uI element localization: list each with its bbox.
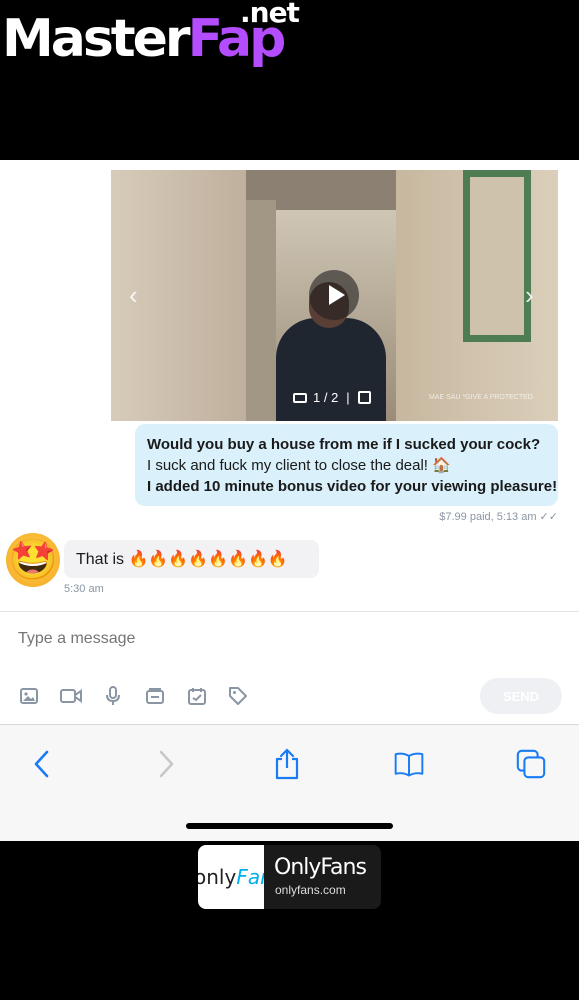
logo-fans: Fans — [236, 865, 264, 889]
media-scene — [246, 200, 276, 421]
image-icon[interactable] — [18, 685, 40, 707]
video-icon — [293, 392, 307, 403]
forward-icon[interactable] — [150, 748, 182, 780]
microphone-icon[interactable] — [102, 685, 124, 707]
message-time: 5:30 am — [64, 583, 104, 595]
outgoing-message: Would you buy a house from me if I sucke… — [135, 424, 558, 506]
play-icon — [328, 285, 345, 305]
message-line: Would you buy a house from me if I sucke… — [147, 436, 541, 453]
logo-only: only — [198, 865, 237, 889]
image-icon — [357, 391, 371, 404]
media-counter: 1 / 2 | — [293, 390, 371, 405]
media-preview[interactable]: ‹ › 1 / 2 | MAE SAU *GIVE A PROTECTED — [111, 170, 558, 421]
avatar[interactable]: 🤩 — [6, 533, 60, 587]
media-scene — [463, 170, 531, 342]
media-count-text: 1 / 2 — [313, 390, 339, 405]
back-icon[interactable] — [26, 748, 58, 780]
media-scene — [276, 318, 386, 421]
watermark-master: Master — [2, 9, 191, 69]
message-meta: $7.99 paid, 5:13 am ✓✓ — [439, 511, 558, 523]
onlyfans-logo: onlyFans — [198, 845, 264, 909]
price-tag-icon[interactable] — [227, 685, 249, 707]
calendar-icon[interactable] — [186, 685, 208, 707]
avatar-emoji: 🤩 — [8, 538, 58, 582]
bookmarks-icon[interactable] — [393, 748, 425, 780]
watermark-net: .net — [240, 0, 300, 29]
tabs-icon[interactable] — [515, 748, 547, 780]
send-button[interactable]: SEND — [480, 678, 562, 714]
divider — [0, 611, 579, 612]
share-icon[interactable] — [271, 748, 303, 780]
chevron-right-icon[interactable]: › — [525, 282, 534, 308]
home-indicator — [186, 823, 393, 829]
message-input[interactable] — [18, 630, 438, 648]
incoming-message: That is 🔥🔥🔥🔥🔥🔥🔥🔥 — [64, 540, 319, 578]
brand-url: onlyfans.com — [275, 883, 346, 897]
chevron-left-icon[interactable]: ‹ — [129, 282, 138, 308]
play-button[interactable] — [309, 270, 359, 320]
separator: | — [346, 390, 350, 405]
message-line: I suck and fuck my client to close the d… — [147, 457, 451, 474]
message-line: I added 10 minute bonus video for your v… — [147, 478, 558, 495]
video-icon[interactable] — [59, 685, 83, 707]
brand-name: OnlyFans — [274, 855, 367, 880]
media-overlay-text: MAE SAU *GIVE A PROTECTED — [429, 394, 533, 401]
onlyfans-badge: onlyFans OnlyFans onlyfans.com — [198, 845, 381, 909]
vault-icon[interactable] — [144, 685, 166, 707]
